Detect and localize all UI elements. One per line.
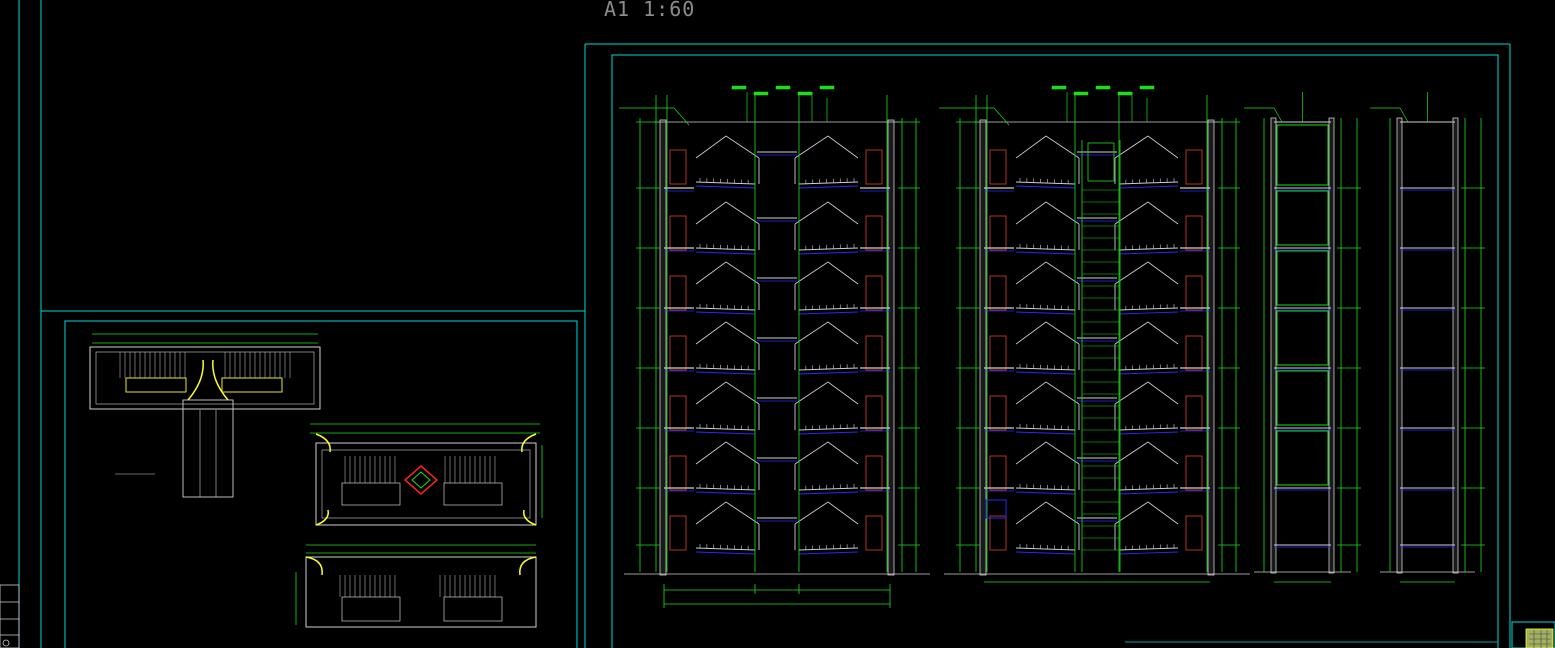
shaft-section-2 — [1370, 92, 1485, 583]
stair-section-2 — [939, 85, 1250, 583]
elevator-shaft-section — [1244, 92, 1361, 583]
sheet-borders — [18, 0, 1511, 648]
cad-drawing-canvas[interactable] — [0, 0, 1555, 648]
stair-section-1 — [619, 85, 930, 608]
title-block-stub — [0, 584, 20, 648]
zoom-navigator-icon[interactable] — [1511, 621, 1555, 648]
stair-plan-details — [89, 333, 543, 628]
